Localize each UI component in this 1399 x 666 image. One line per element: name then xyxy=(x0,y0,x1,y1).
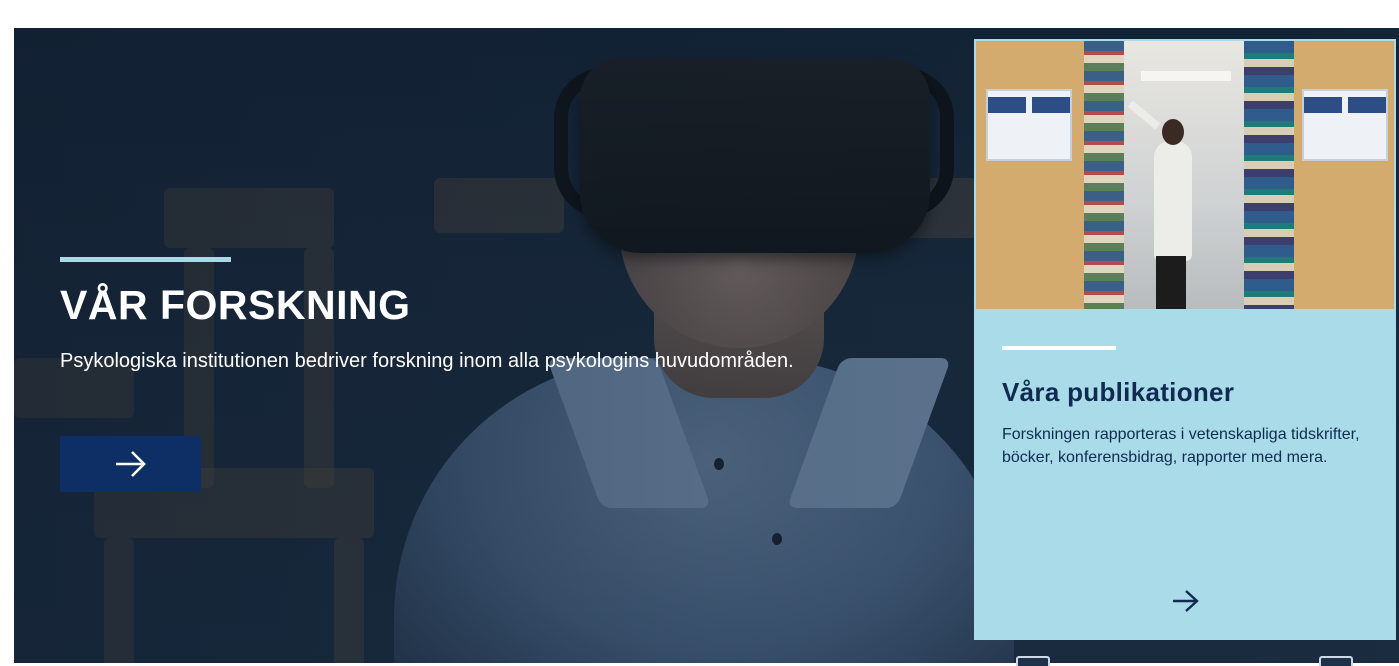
hero-accent-line xyxy=(60,257,231,262)
hero-read-more-button[interactable] xyxy=(60,436,201,492)
publications-card[interactable]: Våra publikationer Forskningen rapporter… xyxy=(974,39,1396,640)
hero-description: Psykologiska institutionen bedriver fors… xyxy=(60,350,794,372)
card-description: Forskningen rapporteras i vetenskapliga … xyxy=(1002,426,1360,466)
slider-next-icon[interactable] xyxy=(1319,656,1353,666)
hero-title: VÅR FORSKNING xyxy=(60,282,411,328)
arrow-right-icon xyxy=(115,451,146,477)
card-arrow-button[interactable] xyxy=(1166,586,1206,616)
library-photo xyxy=(976,41,1394,309)
card-accent-line xyxy=(1002,346,1116,350)
card-title: Våra publikationer xyxy=(1002,377,1235,407)
arrow-right-icon xyxy=(1173,590,1199,612)
slider-prev-icon[interactable] xyxy=(1016,656,1050,666)
